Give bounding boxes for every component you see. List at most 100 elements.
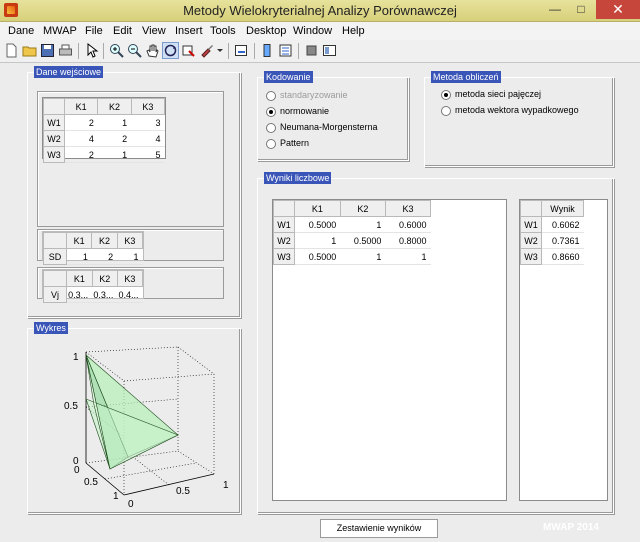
table-cell[interactable]: 1	[340, 216, 386, 233]
hide-plot-tools-icon[interactable]	[304, 43, 319, 58]
menu-window[interactable]: Window	[293, 25, 332, 37]
radio-neumana-morgensterna[interactable]: Neumana-Morgensterna	[266, 122, 378, 133]
menu-edit[interactable]: Edit	[113, 25, 132, 37]
z-tick: 1	[73, 352, 79, 363]
table-cell[interactable]: 0.5000	[294, 248, 341, 265]
input-data-table[interactable]: K1 K2 K3 W1 2 1 3 W2 4 2 4 W3 2 1 5	[42, 97, 166, 163]
table-cell[interactable]: 0.4...	[117, 286, 143, 303]
menu-mwap[interactable]: MWAP	[43, 25, 77, 37]
insert-legend-icon[interactable]	[278, 43, 293, 58]
table-cell[interactable]: 0.5000	[340, 232, 386, 249]
table-cell[interactable]: 1	[97, 114, 132, 131]
col-header[interactable]: K3	[130, 98, 166, 115]
col-header: K1	[66, 270, 93, 287]
radio-label: normowanie	[280, 106, 330, 116]
pointer-icon[interactable]	[84, 43, 99, 58]
col-header[interactable]: K1	[294, 200, 341, 217]
table-row: W1 0.6062	[520, 216, 584, 233]
table-cell[interactable]: 0.8000	[385, 232, 431, 249]
col-header[interactable]: K2	[339, 200, 386, 217]
table-cell[interactable]: 2	[91, 248, 118, 265]
results-title: Wyniki liczbowe	[264, 172, 332, 184]
table-cell[interactable]: 4	[131, 130, 165, 147]
radio-normowanie[interactable]: normowanie	[266, 106, 329, 117]
menu-help[interactable]: Help	[342, 25, 365, 37]
print-icon[interactable]	[58, 43, 73, 58]
radio-label: metoda wektora wypadkowego	[455, 105, 579, 115]
col-header: K2	[91, 270, 118, 287]
pan-hand-icon[interactable]	[145, 43, 160, 58]
table-cell[interactable]: 3	[131, 114, 165, 131]
zoom-out-icon[interactable]	[127, 43, 142, 58]
menu-tools[interactable]: Tools	[210, 25, 236, 37]
table-cell[interactable]: 5	[131, 146, 165, 163]
maximize-button[interactable]: □	[568, 0, 594, 19]
radio-unselected-icon	[266, 122, 276, 133]
table-cell[interactable]: 0.6062	[541, 216, 584, 233]
radio-standaryzowanie[interactable]: standaryzowanie	[266, 90, 348, 101]
3d-plot[interactable]: 1 0.5 0 0 0.5 1 0 0.5 1	[28, 329, 240, 513]
open-folder-icon[interactable]	[22, 43, 37, 58]
table-cell[interactable]: 1	[66, 248, 92, 265]
col-header[interactable]: K2	[97, 98, 132, 115]
table-cell[interactable]: 1	[117, 248, 143, 265]
plot-surface	[85, 354, 179, 470]
menu-insert[interactable]: Insert	[175, 25, 203, 37]
show-plot-tools-icon[interactable]	[322, 43, 337, 58]
radio-unselected-icon	[266, 90, 276, 101]
table-cell[interactable]: 0.5000	[294, 216, 341, 233]
row-header: Vj	[43, 286, 67, 303]
radio-metoda-sieci[interactable]: metoda sieci pajęczej	[441, 89, 541, 100]
table-row: W2 4 2 4	[43, 130, 165, 147]
col-header: K3	[116, 270, 144, 287]
menu-view[interactable]: View	[142, 25, 166, 37]
menu-dane[interactable]: Dane	[8, 25, 34, 37]
table-cell[interactable]: 0.8660	[541, 248, 584, 265]
sd-frame: K1 K2 K3 SD 1 2 1	[37, 229, 224, 265]
table-cell[interactable]: 0.3...	[92, 286, 118, 303]
x-tick: 1	[223, 480, 229, 491]
insert-colorbar-icon[interactable]	[260, 43, 275, 58]
menu-desktop[interactable]: Desktop	[246, 25, 286, 37]
z-tick: 0.5	[64, 401, 78, 412]
row-header: W3	[273, 248, 295, 265]
table-cell[interactable]: 1	[385, 248, 431, 265]
score-table[interactable]: Wynik W1 0.6062 W2 0.7361 W3 0.8660	[519, 199, 608, 501]
menu-bar: Dane MWAP File Edit View Insert Tools De…	[0, 22, 640, 40]
brush-dropdown-icon[interactable]	[215, 43, 224, 58]
table-cell[interactable]: 2	[64, 146, 98, 163]
menu-file[interactable]: File	[85, 25, 103, 37]
radio-metoda-wektora[interactable]: metoda wektora wypadkowego	[441, 105, 579, 116]
brush-icon[interactable]	[199, 43, 214, 58]
rotate-3d-icon[interactable]	[162, 42, 179, 59]
table-cell[interactable]: 0.7361	[541, 232, 584, 249]
y-tick: 0	[74, 465, 80, 476]
input-data-panel: Dane wejściowe K1 K2 K3 W1 2 1 3 W2 4 2 …	[27, 66, 241, 318]
radio-pattern[interactable]: Pattern	[266, 138, 309, 149]
results-table[interactable]: K1 K2 K3 W1 0.5000 1 0.6000 W2 1 0.5000 …	[272, 199, 507, 501]
data-cursor-icon[interactable]	[181, 43, 196, 58]
table-cell[interactable]: 2	[97, 130, 132, 147]
table-cell[interactable]: 0.6000	[385, 216, 431, 233]
minimize-button[interactable]: —	[542, 0, 568, 19]
vj-frame: K1 K2 K3 Vj 0.3... 0.3... 0.4...	[37, 267, 224, 303]
table-cell[interactable]: 1	[97, 146, 132, 163]
table-cell[interactable]: 1	[294, 232, 341, 249]
close-button[interactable]: ✕	[596, 0, 640, 19]
table-cell[interactable]: 2	[64, 114, 98, 131]
new-file-icon[interactable]	[4, 43, 19, 58]
col-header[interactable]: K3	[384, 200, 432, 217]
radio-label: standaryzowanie	[280, 90, 348, 100]
zoom-in-icon[interactable]	[109, 43, 124, 58]
save-icon[interactable]	[40, 43, 55, 58]
table-cell[interactable]: 0.3...	[66, 286, 93, 303]
sd-table[interactable]: K1 K2 K3 SD 1 2 1	[42, 231, 144, 265]
summary-button[interactable]: Zestawienie wyników	[320, 519, 438, 538]
vj-table[interactable]: K1 K2 K3 Vj 0.3... 0.3... 0.4...	[42, 269, 144, 303]
link-plot-icon[interactable]	[234, 43, 249, 58]
table-cell[interactable]: 1	[340, 248, 386, 265]
table-cell[interactable]: 4	[64, 130, 98, 147]
row-header: W2	[273, 232, 295, 249]
col-header[interactable]: K1	[63, 98, 99, 115]
col-header[interactable]: Wynik	[541, 200, 584, 217]
